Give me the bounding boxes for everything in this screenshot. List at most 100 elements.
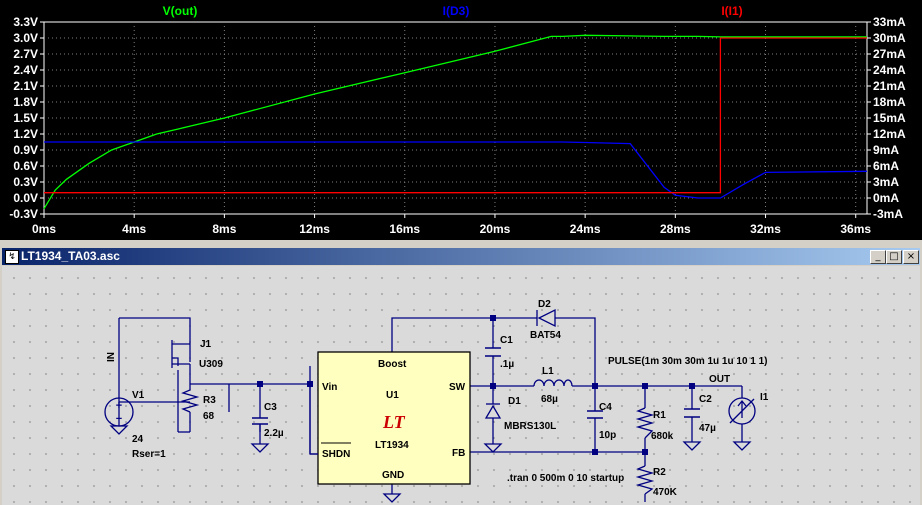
trace-label-ii1[interactable]: I(I1) [721, 4, 742, 18]
x-tick-label: 0ms [32, 222, 56, 236]
label-r2: R2 [653, 467, 666, 478]
label-pin-vin: Vin [322, 382, 337, 393]
x-tick-label: 8ms [212, 222, 236, 236]
schematic-icon: ↯ [5, 250, 19, 264]
x-tick-label: 28ms [660, 222, 691, 236]
label-c2-value: 47µ [699, 423, 716, 434]
label-r3: R3 [203, 395, 216, 406]
tran-directive[interactable]: .tran 0 500m 0 10 startup [507, 473, 624, 484]
y-left-tick-label: 3.0V [13, 31, 38, 45]
label-c2: C2 [699, 394, 712, 405]
y-left-tick-label: 0.9V [13, 143, 38, 157]
svg-text:−: − [116, 413, 122, 425]
label-i1: I1 [760, 392, 769, 403]
c1-capacitor[interactable] [485, 347, 501, 357]
trace-label-id3[interactable]: I(D3) [443, 4, 470, 18]
label-out: OUT [709, 374, 730, 385]
label-j1-model: U309 [199, 359, 223, 370]
y-right-tick-label: 24mA [873, 63, 906, 77]
window-title-bar[interactable]: ↯ LT1934_TA03.asc _ □ × [2, 248, 920, 265]
y-left-tick-label: 3.3V [13, 15, 38, 29]
schematic-canvas[interactable]: + − IN V1 24 Rser=1 J1 U309 R3 68 C3 2.2… [2, 266, 920, 505]
label-v1: V1 [132, 390, 145, 401]
label-r1-value: 680k [651, 431, 674, 442]
x-tick-label: 24ms [570, 222, 601, 236]
close-button[interactable]: × [903, 250, 919, 264]
x-tick-label: 36ms [840, 222, 871, 236]
label-in: IN [106, 352, 117, 362]
label-c3-value: 2.2µ [264, 428, 284, 439]
y-right-tick-label: 12mA [873, 127, 906, 141]
r2-resistor[interactable] [635, 465, 655, 495]
svg-text:+: + [116, 400, 122, 412]
trace-label-vout[interactable]: V(out) [163, 4, 198, 18]
r3-resistor[interactable] [180, 384, 200, 413]
d2-diode[interactable] [536, 308, 556, 328]
y-right-tick-label: 27mA [873, 47, 906, 61]
label-pin-shdn: SHDN [322, 449, 350, 460]
y-left-tick-label: 0.3V [13, 175, 38, 189]
pulse-directive[interactable]: PULSE(1m 30m 30m 1u 1u 10 1 1) [608, 356, 768, 367]
waveform-plot[interactable]: 3.3V 3.0V 2.7V 2.4V 2.1V 1.8V 1.5V 1.2V 0.9V 0.6V… [0, 0, 922, 240]
label-c1-value: .1µ [500, 359, 514, 370]
y-left-tick-label: 2.4V [13, 63, 38, 77]
label-pin-fb: FB [452, 448, 465, 459]
waveform-chart[interactable]: 3.3V 3.0V 2.7V 2.4V 2.1V 1.8V 1.5V 1.2V 0.9V 0.6V… [0, 0, 922, 240]
r1-resistor[interactable] [635, 407, 655, 439]
label-d2: D2 [538, 299, 551, 310]
label-r1: R1 [653, 410, 666, 421]
label-u1: U1 [386, 390, 399, 401]
minimize-button[interactable]: _ [870, 250, 886, 264]
label-pin-sw: SW [449, 382, 466, 393]
y-right-tick-label: 18mA [873, 95, 906, 109]
y-right-tick-label: 9mA [873, 143, 899, 157]
x-tick-label: 32ms [750, 222, 781, 236]
label-v1-rser: Rser=1 [132, 449, 166, 460]
y-left-tick-label: 2.7V [13, 47, 38, 61]
label-d2-model: BAT54 [530, 330, 561, 341]
label-v1-value: 24 [132, 434, 144, 445]
label-d1: D1 [508, 396, 521, 407]
y-left-tick-label: 0.0V [13, 191, 38, 205]
x-tick-label: 16ms [389, 222, 420, 236]
y-right-tick-label: 33mA [873, 15, 906, 29]
x-tick-label: 4ms [122, 222, 146, 236]
plot-area[interactable] [43, 21, 868, 215]
d1-diode[interactable] [484, 403, 502, 419]
label-d1-model: MBRS130L [504, 421, 556, 432]
label-l1: L1 [542, 366, 554, 377]
label-l1-value: 68µ [541, 394, 558, 405]
label-c4-value: 10p [599, 430, 616, 441]
y-right-tick-label: 6mA [873, 159, 899, 173]
y-right-tick-label: -3mA [873, 207, 903, 221]
lt-logo: LT [382, 412, 406, 432]
x-tick-label: 12ms [299, 222, 330, 236]
label-r3-value: 68 [203, 411, 215, 422]
y-right-tick-label: 30mA [873, 31, 906, 45]
label-j1: J1 [200, 339, 212, 350]
label-c3: C3 [264, 402, 277, 413]
y-left-tick-label: 1.2V [13, 127, 38, 141]
y-right-tick-label: 0mA [873, 191, 899, 205]
i1-current-source[interactable] [728, 397, 756, 425]
window-title: LT1934_TA03.asc [21, 249, 120, 263]
schematic-drawing[interactable]: + − IN V1 24 Rser=1 J1 U309 R3 68 C3 2.2… [2, 266, 920, 505]
label-pin-gnd: GND [382, 470, 404, 481]
y-right-tick-label: 15mA [873, 111, 906, 125]
label-u1-part: LT1934 [375, 440, 409, 451]
label-pin-boost: Boost [378, 359, 407, 370]
c2-capacitor[interactable] [684, 408, 700, 418]
y-left-tick-label: 0.6V [13, 159, 38, 173]
y-left-tick-label: -0.3V [9, 207, 38, 221]
maximize-button[interactable]: □ [886, 250, 902, 264]
y-left-tick-label: 1.8V [13, 95, 38, 109]
schematic-window[interactable]: ↯ LT1934_TA03.asc _ □ × + − IN V1 24 Rse… [0, 245, 922, 505]
label-c4: C4 [599, 402, 612, 413]
y-left-tick-label: 1.5V [13, 111, 38, 125]
y-left-tick-label: 2.1V [13, 79, 38, 93]
l1-inductor[interactable] [533, 379, 573, 387]
label-c1: C1 [500, 335, 513, 346]
y-right-tick-label: 3mA [873, 175, 899, 189]
label-r2-value: 470K [653, 487, 678, 498]
x-tick-label: 20ms [480, 222, 511, 236]
